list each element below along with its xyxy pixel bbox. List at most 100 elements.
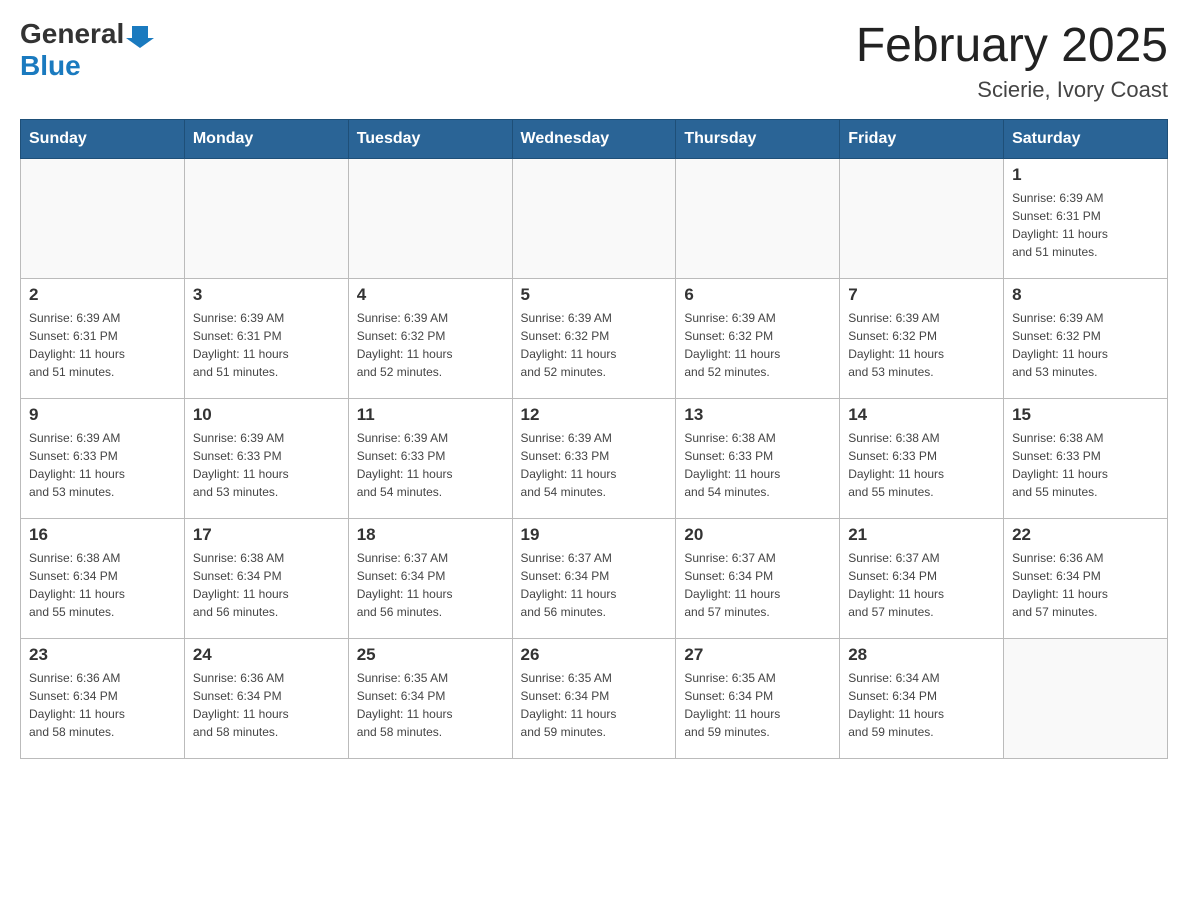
table-row: 23 Sunrise: 6:36 AM Sunset: 6:34 PM Dayli… (21, 638, 185, 758)
day-info: Sunrise: 6:37 AM Sunset: 6:34 PM Dayligh… (357, 549, 504, 621)
logo-arrow-icon (126, 20, 154, 48)
day-info: Sunrise: 6:38 AM Sunset: 6:33 PM Dayligh… (684, 429, 831, 501)
table-row: 13 Sunrise: 6:38 AM Sunset: 6:33 PM Dayli… (676, 398, 840, 518)
table-row: 12 Sunrise: 6:39 AM Sunset: 6:33 PM Dayli… (512, 398, 676, 518)
table-row: 7 Sunrise: 6:39 AM Sunset: 6:32 PM Daylig… (840, 278, 1004, 398)
table-row: 21Sunrise: 6:37 AM Sunset: 6:34 PM Dayli… (840, 518, 1004, 638)
day-info: Sunrise: 6:35 AM Sunset: 6:34 PM Dayligh… (684, 669, 831, 741)
day-info: Sunrise: 6:38 AM Sunset: 6:34 PM Dayligh… (193, 549, 340, 621)
day-info: Sunrise: 6:39 AM Sunset: 6:32 PM Dayligh… (684, 309, 831, 381)
day-info: Sunrise: 6:37 AM Sunset: 6:34 PM Dayligh… (521, 549, 668, 621)
header-wednesday: Wednesday (512, 119, 676, 158)
calendar-week-row: 2 Sunrise: 6:39 AM Sunset: 6:31 PM Daylig… (21, 278, 1168, 398)
day-info: Sunrise: 6:39 AM Sunset: 6:32 PM Dayligh… (848, 309, 995, 381)
table-row: 20 Sunrise: 6:37 AM Sunset: 6:34 PM Dayli… (676, 518, 840, 638)
day-info: Sunrise: 6:34 AM Sunset: 6:34 PM Dayligh… (848, 669, 995, 741)
title-area: February 2025 Scierie, Ivory Coast (856, 20, 1168, 103)
day-number: 25 (357, 645, 504, 665)
header-friday: Friday (840, 119, 1004, 158)
day-info: Sunrise: 6:39 AM Sunset: 6:32 PM Dayligh… (357, 309, 504, 381)
day-info: Sunrise: 6:37 AM Sunset: 6:34 PM Dayligh… (684, 549, 831, 621)
day-info: Sunrise: 6:38 AM Sunset: 6:33 PM Dayligh… (848, 429, 995, 501)
day-number: 24 (193, 645, 340, 665)
day-number: 17 (193, 525, 340, 545)
table-row: 10Sunrise: 6:39 AM Sunset: 6:33 PM Dayli… (184, 398, 348, 518)
calendar-week-row: 16 Sunrise: 6:38 AM Sunset: 6:34 PM Dayli… (21, 518, 1168, 638)
day-number: 28 (848, 645, 995, 665)
table-row: 15 Sunrise: 6:38 AM Sunset: 6:33 PM Dayli… (1004, 398, 1168, 518)
day-number: 11 (357, 405, 504, 425)
header-thursday: Thursday (676, 119, 840, 158)
table-row (184, 158, 348, 278)
day-info: Sunrise: 6:38 AM Sunset: 6:33 PM Dayligh… (1012, 429, 1159, 501)
header-tuesday: Tuesday (348, 119, 512, 158)
table-row: 25 Sunrise: 6:35 AM Sunset: 6:34 PM Dayli… (348, 638, 512, 758)
day-info: Sunrise: 6:35 AM Sunset: 6:34 PM Dayligh… (521, 669, 668, 741)
day-number: 20 (684, 525, 831, 545)
day-number: 22 (1012, 525, 1159, 545)
calendar-title: February 2025 (856, 20, 1168, 73)
table-row: 6 Sunrise: 6:39 AM Sunset: 6:32 PM Daylig… (676, 278, 840, 398)
day-number: 23 (29, 645, 176, 665)
day-number: 19 (521, 525, 668, 545)
day-number: 6 (684, 285, 831, 305)
day-info: Sunrise: 6:39 AM Sunset: 6:31 PM Dayligh… (1012, 189, 1159, 261)
logo-general-text: General (20, 20, 124, 48)
day-info: Sunrise: 6:39 AM Sunset: 6:32 PM Dayligh… (521, 309, 668, 381)
day-info: Sunrise: 6:39 AM Sunset: 6:33 PM Dayligh… (521, 429, 668, 501)
day-number: 12 (521, 405, 668, 425)
calendar-week-row: 23 Sunrise: 6:36 AM Sunset: 6:34 PM Dayli… (21, 638, 1168, 758)
table-row (21, 158, 185, 278)
table-row: 17 Sunrise: 6:38 AM Sunset: 6:34 PM Dayli… (184, 518, 348, 638)
table-row: 19 Sunrise: 6:37 AM Sunset: 6:34 PM Dayli… (512, 518, 676, 638)
table-row (348, 158, 512, 278)
day-number: 5 (521, 285, 668, 305)
table-row (840, 158, 1004, 278)
table-row: 2 Sunrise: 6:39 AM Sunset: 6:31 PM Daylig… (21, 278, 185, 398)
day-info: Sunrise: 6:36 AM Sunset: 6:34 PM Dayligh… (29, 669, 176, 741)
day-number: 10 (193, 405, 340, 425)
day-info: Sunrise: 6:36 AM Sunset: 6:34 PM Dayligh… (1012, 549, 1159, 621)
day-number: 26 (521, 645, 668, 665)
day-info: Sunrise: 6:35 AM Sunset: 6:34 PM Dayligh… (357, 669, 504, 741)
table-row: 16 Sunrise: 6:38 AM Sunset: 6:34 PM Dayli… (21, 518, 185, 638)
table-row: 8 Sunrise: 6:39 AM Sunset: 6:32 PM Daylig… (1004, 278, 1168, 398)
day-info: Sunrise: 6:39 AM Sunset: 6:31 PM Dayligh… (193, 309, 340, 381)
day-number: 8 (1012, 285, 1159, 305)
calendar-table: Sunday Monday Tuesday Wednesday Thursday… (20, 119, 1168, 759)
table-row: 18 Sunrise: 6:37 AM Sunset: 6:34 PM Dayli… (348, 518, 512, 638)
day-info: Sunrise: 6:37 AM Sunset: 6:34 PM Dayligh… (848, 549, 995, 621)
logo-blue-text: Blue (20, 50, 81, 82)
table-row: 11 Sunrise: 6:39 AM Sunset: 6:33 PM Dayli… (348, 398, 512, 518)
day-number: 27 (684, 645, 831, 665)
table-row: 27 Sunrise: 6:35 AM Sunset: 6:34 PM Dayli… (676, 638, 840, 758)
table-row: 5 Sunrise: 6:39 AM Sunset: 6:32 PM Daylig… (512, 278, 676, 398)
day-number: 2 (29, 285, 176, 305)
day-number: 4 (357, 285, 504, 305)
day-number: 7 (848, 285, 995, 305)
header: General Blue February 2025 Scierie, Ivor… (20, 20, 1168, 103)
table-row (676, 158, 840, 278)
table-row: 22 Sunrise: 6:36 AM Sunset: 6:34 PM Dayli… (1004, 518, 1168, 638)
day-info: Sunrise: 6:39 AM Sunset: 6:31 PM Dayligh… (29, 309, 176, 381)
day-info: Sunrise: 6:39 AM Sunset: 6:33 PM Dayligh… (357, 429, 504, 501)
day-number: 3 (193, 285, 340, 305)
day-number: 14 (848, 405, 995, 425)
table-row: 3 Sunrise: 6:39 AM Sunset: 6:31 PM Daylig… (184, 278, 348, 398)
header-sunday: Sunday (21, 119, 185, 158)
day-header-row: Sunday Monday Tuesday Wednesday Thursday… (21, 119, 1168, 158)
day-info: Sunrise: 6:39 AM Sunset: 6:32 PM Dayligh… (1012, 309, 1159, 381)
day-info: Sunrise: 6:38 AM Sunset: 6:34 PM Dayligh… (29, 549, 176, 621)
table-row: 4 Sunrise: 6:39 AM Sunset: 6:32 PM Daylig… (348, 278, 512, 398)
day-number: 9 (29, 405, 176, 425)
day-number: 13 (684, 405, 831, 425)
table-row: 28 Sunrise: 6:34 AM Sunset: 6:34 PM Dayli… (840, 638, 1004, 758)
day-number: 16 (29, 525, 176, 545)
day-number: 1 (1012, 165, 1159, 185)
day-number: 15 (1012, 405, 1159, 425)
header-monday: Monday (184, 119, 348, 158)
table-row (512, 158, 676, 278)
table-row: 26 Sunrise: 6:35 AM Sunset: 6:34 PM Dayli… (512, 638, 676, 758)
day-number: 18 (357, 525, 504, 545)
logo: General Blue (20, 20, 154, 82)
